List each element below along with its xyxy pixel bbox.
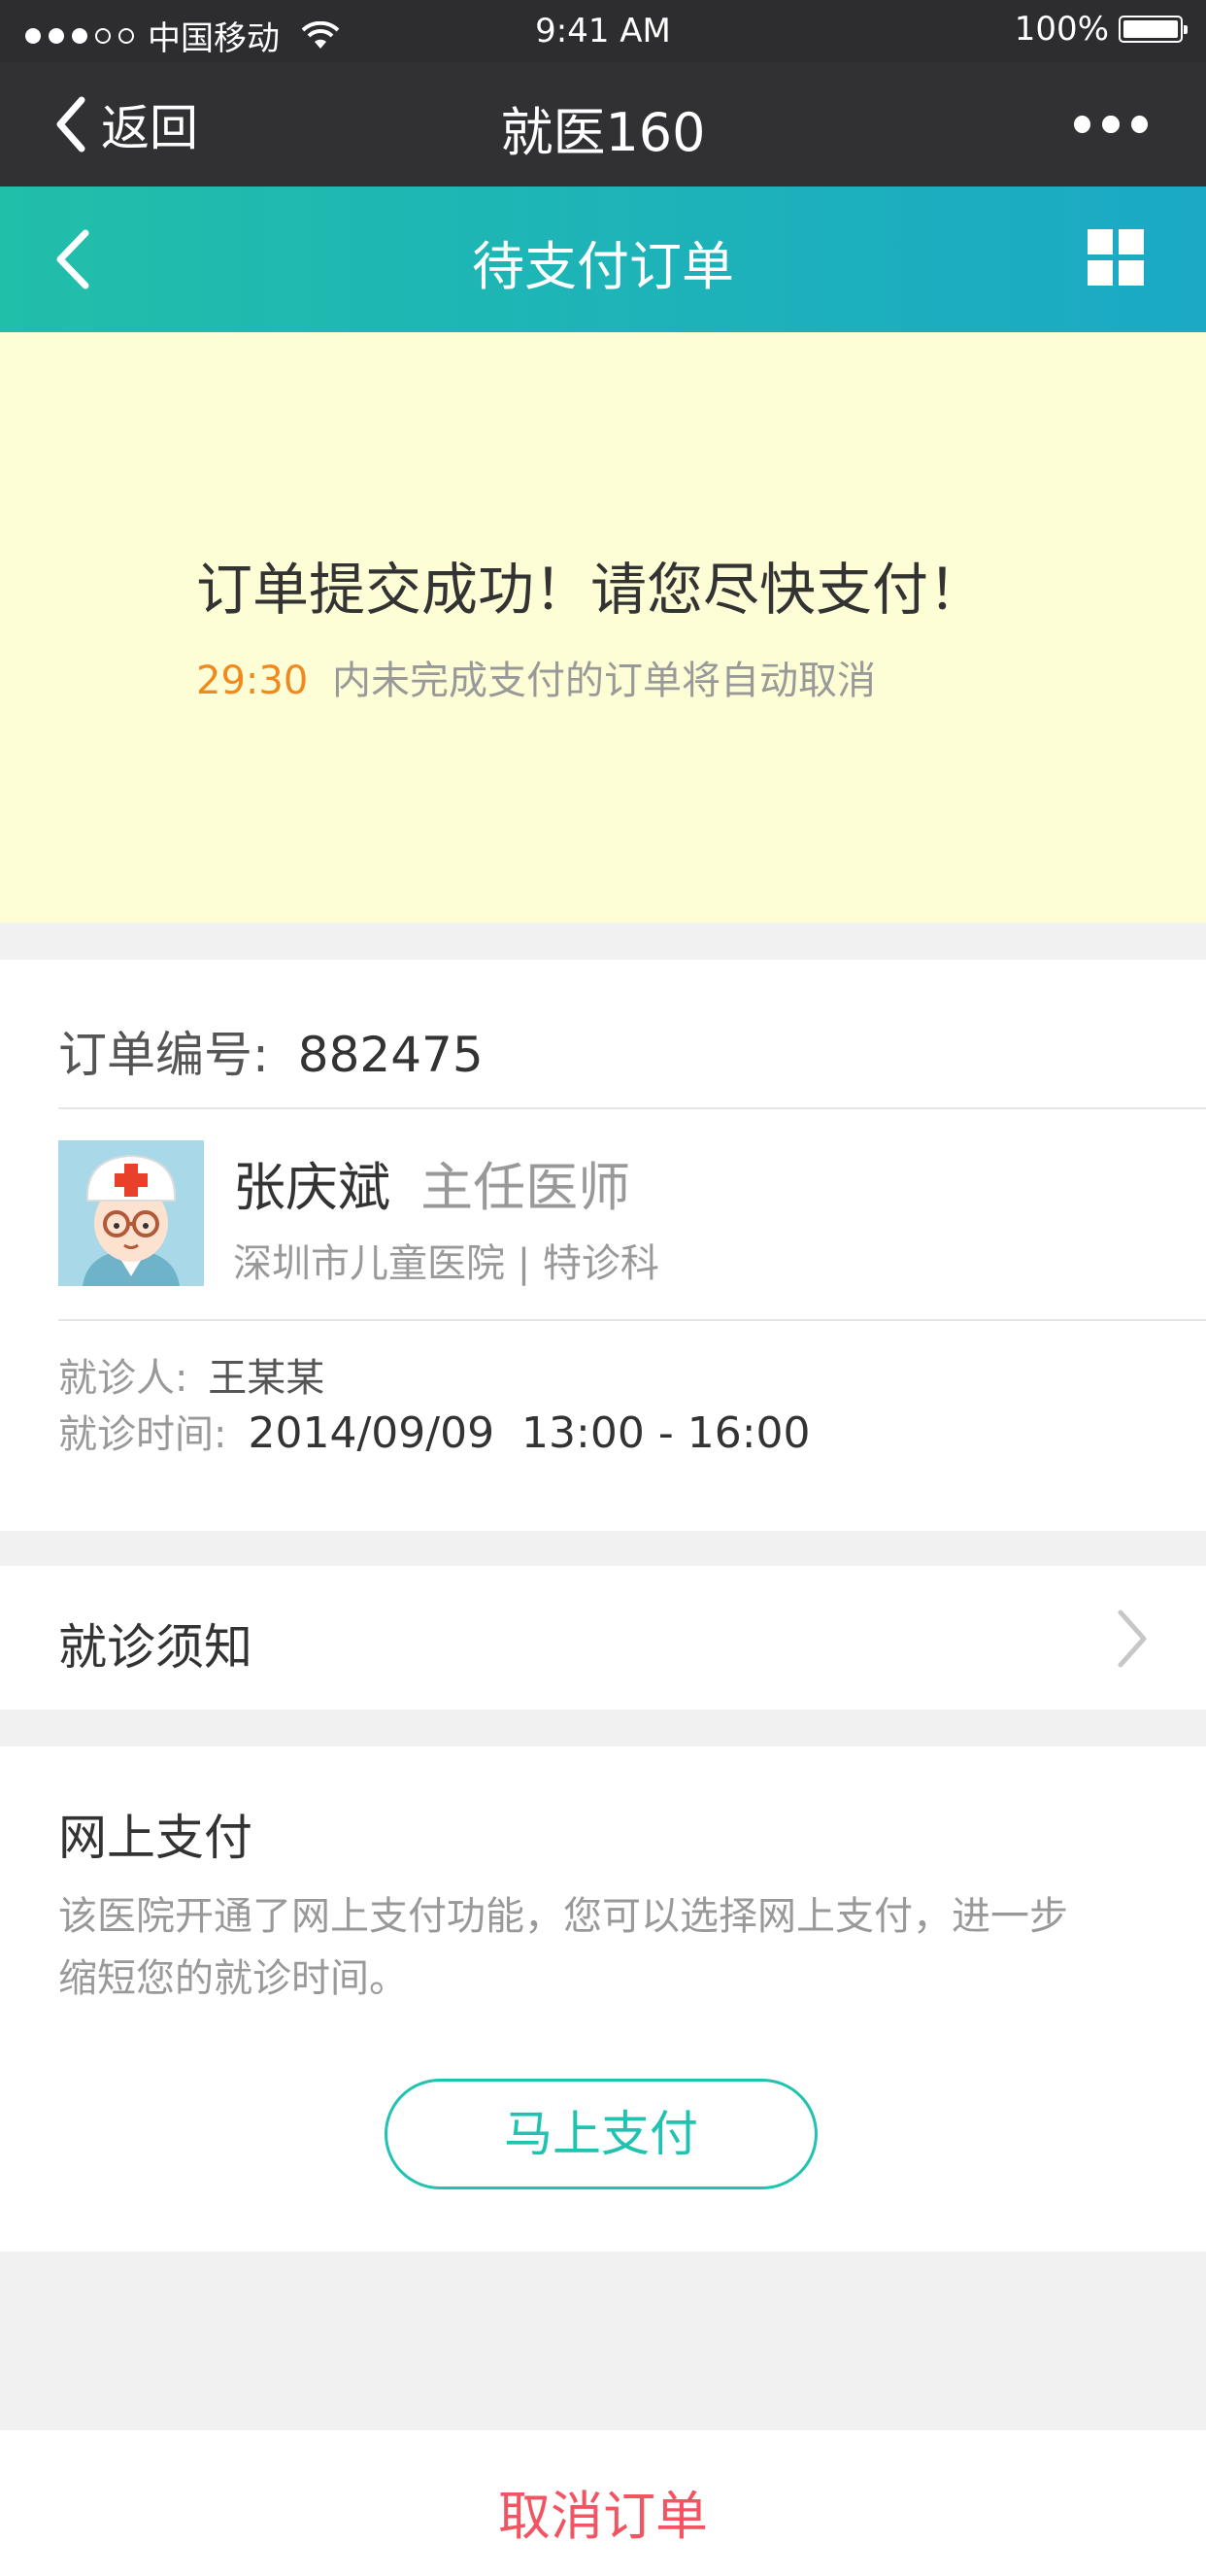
payment-title: 网上支付 bbox=[58, 1810, 252, 1866]
order-card: 订单编号: 882475 张庆斌 主任医师 深圳市儿童医院 | 特诊科 就诊人:… bbox=[0, 960, 1206, 1531]
more-dots-icon bbox=[1074, 116, 1091, 133]
battery-icon bbox=[1119, 16, 1188, 43]
more-dots-icon bbox=[1102, 116, 1120, 133]
cancel-order-button[interactable]: 取消订单 bbox=[0, 2430, 1206, 2576]
divider bbox=[58, 1319, 1206, 1321]
patient-name: 王某某 bbox=[208, 1356, 325, 1401]
payment-description-line2: 缩短您的就诊时间。 bbox=[58, 1956, 408, 2001]
doctor-name-row: 张庆斌 主任医师 bbox=[233, 1144, 630, 1221]
chevron-right-icon bbox=[1118, 1610, 1147, 1668]
doctor-name: 张庆斌 bbox=[233, 1157, 390, 1218]
doctor-avatar-icon bbox=[58, 1140, 204, 1286]
wechat-nav-bar: 返回 就医160 bbox=[0, 62, 1206, 186]
grid-icon bbox=[1088, 229, 1144, 286]
order-number-label: 订单编号: bbox=[58, 1027, 269, 1083]
patient-label: 就诊人: bbox=[58, 1356, 188, 1401]
doctor-title: 主任医师 bbox=[420, 1157, 631, 1218]
visit-time-row: 就诊时间: 2014/09/09 13:00 - 16:00 bbox=[58, 1403, 811, 1459]
divider bbox=[58, 1107, 1206, 1109]
status-bar: 中国移动 9:41 AM 100% bbox=[0, 0, 1206, 62]
online-payment-card: 网上支付 该医院开通了网上支付功能，您可以选择网上支付，进一步 缩短您的就诊时间… bbox=[0, 1746, 1206, 2252]
order-number-row: 订单编号: 882475 bbox=[58, 1016, 484, 1086]
countdown-timer: 29:30 bbox=[196, 659, 309, 703]
success-banner: 订单提交成功！请您尽快支付！ 29:30 内未完成支付的订单将自动取消 bbox=[0, 332, 1206, 923]
visit-notice-row[interactable]: 就诊须知 bbox=[0, 1566, 1206, 1710]
cancel-order-label: 取消订单 bbox=[498, 2486, 708, 2547]
visit-time: 2014/09/09 13:00 - 16:00 bbox=[248, 1408, 811, 1458]
order-number: 882475 bbox=[297, 1027, 484, 1083]
more-button[interactable] bbox=[1074, 113, 1148, 136]
payment-description-line1: 该医院开通了网上支付功能，您可以选择网上支付，进一步 bbox=[58, 1894, 1068, 1939]
menu-button[interactable] bbox=[1086, 227, 1146, 288]
battery-percent: 100% bbox=[1014, 10, 1109, 49]
countdown-row: 29:30 内未完成支付的订单将自动取消 bbox=[196, 649, 876, 705]
nav-title: 就医160 bbox=[500, 102, 706, 163]
avatar bbox=[58, 1140, 204, 1286]
pay-now-button[interactable]: 马上支付 bbox=[385, 2079, 818, 2189]
page-title: 待支付订单 bbox=[472, 236, 734, 297]
countdown-notice: 内未完成支付的订单将自动取消 bbox=[332, 659, 876, 703]
visit-time-label: 就诊时间: bbox=[58, 1412, 227, 1457]
patient-row: 就诊人: 王某某 bbox=[58, 1346, 324, 1403]
battery-indicator: 100% bbox=[1014, 10, 1188, 49]
app-header: 待支付订单 bbox=[0, 186, 1206, 332]
doctor-hospital: 深圳市儿童医院 | 特诊科 bbox=[233, 1241, 659, 1286]
more-dots-icon bbox=[1130, 116, 1148, 133]
visit-notice-label: 就诊须知 bbox=[58, 1619, 252, 1676]
banner-headline: 订单提交成功！请您尽快支付！ bbox=[196, 557, 986, 623]
